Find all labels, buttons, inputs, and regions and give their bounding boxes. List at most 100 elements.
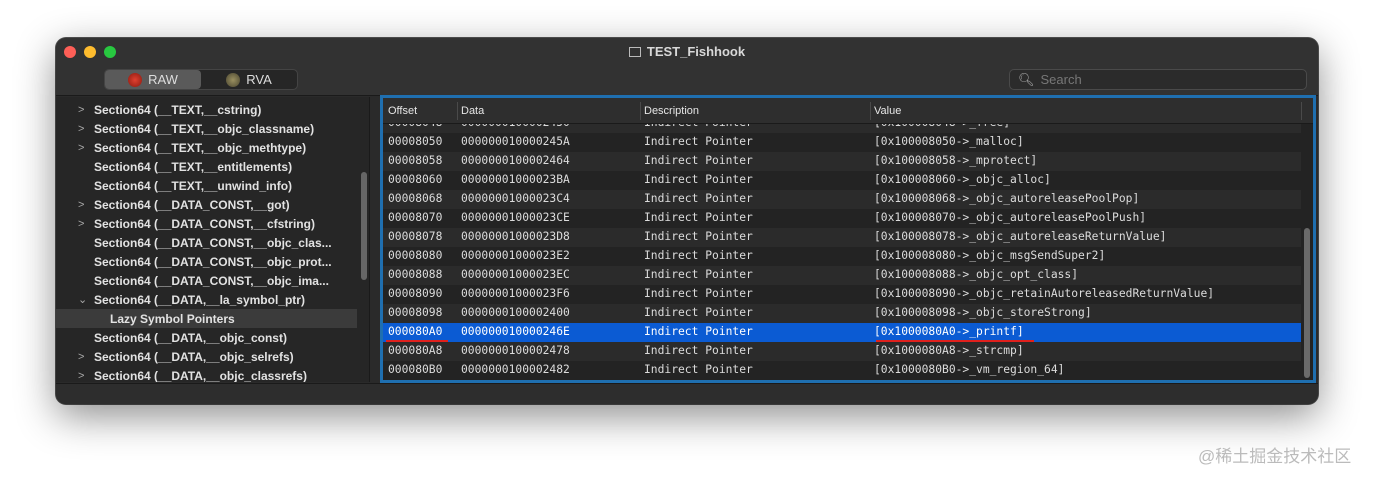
table-row[interactable]: 00008058 0000000100002464 Indirect Pointer… — [383, 152, 1301, 171]
table-row[interactable]: 00008048 0000000100002450 Indirect Pointer… — [383, 124, 1301, 133]
cell-offset: 000080B0 — [388, 363, 443, 376]
chevron-icon[interactable]: ⌄ — [78, 293, 87, 306]
cell-offset: 00008068 — [388, 192, 443, 205]
sidebar-scrollbar[interactable] — [361, 172, 367, 280]
chevron-icon[interactable]: > — [78, 142, 84, 154]
cell-value: [0x100008088->_objc_opt_class] — [874, 268, 1079, 281]
column-value[interactable]: Value — [874, 105, 901, 117]
cell-data: 000000010000246E — [461, 325, 570, 338]
chevron-icon[interactable]: > — [78, 370, 84, 382]
table-row[interactable]: 000080A0 000000010000246E Indirect Pointer… — [383, 323, 1301, 342]
sidebar-item[interactable]: > Section64 (__TEXT,__objc_methtype) — [56, 138, 369, 157]
cell-data: 00000001000023E2 — [461, 249, 570, 262]
sidebar-item[interactable]: > Section64 (__TEXT,__cstring) — [56, 100, 369, 119]
cell-data: 00000001000023C4 — [461, 192, 570, 205]
chevron-icon[interactable]: > — [78, 123, 84, 135]
cell-data: 0000000100002450 — [461, 124, 570, 129]
column-data[interactable]: Data — [461, 105, 484, 117]
section-tree: > Section64 (__TEXT,__cstring) > Section64 … — [56, 97, 370, 382]
document-icon — [628, 47, 641, 57]
table-row[interactable]: 00008060 00000001000023BA Indirect Pointer… — [383, 171, 1301, 190]
table-row[interactable]: 00008050 000000010000245A Indirect Pointer… — [383, 133, 1301, 152]
cell-description: Indirect Pointer — [644, 287, 753, 300]
cell-data: 00000001000023D8 — [461, 230, 570, 243]
sidebar-item[interactable]: > Section64 (__DATA_CONST,__cfstring) — [56, 214, 369, 233]
sidebar-item-label: Section64 (__DATA,__objc_classrefs) — [94, 368, 307, 383]
cell-description: Indirect Pointer — [644, 192, 753, 205]
table-row[interactable]: 00008080 00000001000023E2 Indirect Pointer… — [383, 247, 1301, 266]
cell-description: Indirect Pointer — [644, 325, 753, 338]
cell-data: 00000001000023CE — [461, 211, 570, 224]
sidebar-item-label: Section64 (__DATA_CONST,__cfstring) — [94, 216, 315, 231]
cell-value: [0x100008068->_objc_autoreleasePoolPop] — [874, 192, 1140, 205]
pointer-table: Offset Data Description Value 0000804800… — [380, 95, 1316, 383]
table-row[interactable]: 00008090 00000001000023F6 Indirect Pointer… — [383, 285, 1301, 304]
table-row[interactable]: 000080B0 0000000100002482 Indirect Pointer… — [383, 361, 1301, 380]
sidebar-item-label: Section64 (__DATA_CONST,__got) — [94, 197, 290, 212]
title-bar: TEST_Fishhook RAW RVA 🔍︎ Search — [56, 38, 1318, 96]
sidebar-item-label: Lazy Symbol Pointers — [110, 311, 235, 326]
search-icon: 🔍︎ — [1018, 71, 1035, 87]
sidebar-item[interactable]: Lazy Symbol Pointers — [56, 309, 357, 328]
cell-offset: 000080A8 — [388, 344, 443, 357]
cell-value: [0x1000080B0->_vm_region_64] — [874, 363, 1065, 376]
sidebar-item[interactable]: Section64 (__DATA,__objc_const) — [56, 328, 369, 347]
raw-mode-button[interactable]: RAW — [105, 70, 201, 89]
sidebar-item[interactable]: Section64 (__DATA_CONST,__objc_ima... — [56, 271, 369, 290]
watermark: @稀土掘金技术社区 — [1198, 447, 1352, 466]
table-row[interactable]: 000080A8 0000000100002478 Indirect Pointer… — [383, 342, 1301, 361]
table-row[interactable]: 00008078 00000001000023D8 Indirect Pointer… — [383, 228, 1301, 247]
chevron-icon[interactable]: > — [78, 218, 84, 230]
table-row[interactable]: 00008098 0000000100002400 Indirect Pointer… — [383, 304, 1301, 323]
column-description[interactable]: Description — [644, 105, 699, 117]
cell-description: Indirect Pointer — [644, 135, 753, 148]
chevron-icon[interactable]: > — [78, 104, 84, 116]
app-window: TEST_Fishhook RAW RVA 🔍︎ Search > Section6… — [56, 38, 1318, 404]
table-scrollbar[interactable] — [1304, 228, 1310, 378]
cell-value: [0x100008070->_objc_autoreleasePoolPush] — [874, 211, 1147, 224]
chevron-icon[interactable]: > — [78, 199, 84, 211]
sidebar-item[interactable]: > Section64 (__DATA,__objc_classrefs) — [56, 366, 369, 383]
cell-data: 0000000100002464 — [461, 154, 570, 167]
cell-offset: 00008070 — [388, 211, 443, 224]
sidebar-item[interactable]: > Section64 (__DATA_CONST,__got) — [56, 195, 369, 214]
cell-description: Indirect Pointer — [644, 124, 753, 129]
sidebar-item[interactable]: Section64 (__TEXT,__unwind_info) — [56, 176, 369, 195]
chevron-icon[interactable]: > — [78, 351, 84, 363]
cell-data: 00000001000023F6 — [461, 287, 570, 300]
cell-description: Indirect Pointer — [644, 211, 753, 224]
cell-description: Indirect Pointer — [644, 173, 753, 186]
cell-value: [0x100008058->_mprotect] — [874, 154, 1038, 167]
cell-offset: 00008090 — [388, 287, 443, 300]
cell-value: [0x100008048->_free] — [874, 124, 1010, 129]
cell-offset: 00008078 — [388, 230, 443, 243]
cell-data: 0000000100002482 — [461, 363, 570, 376]
sidebar-item[interactable]: Section64 (__DATA_CONST,__objc_prot... — [56, 252, 369, 271]
sidebar-item[interactable]: > Section64 (__DATA,__objc_selrefs) — [56, 347, 369, 366]
table-row[interactable]: 00008088 00000001000023EC Indirect Pointer… — [383, 266, 1301, 285]
cell-offset: 00008050 — [388, 135, 443, 148]
cell-description: Indirect Pointer — [644, 154, 753, 167]
sidebar-item-label: Section64 (__DATA,__objc_const) — [94, 330, 287, 345]
sidebar-item[interactable]: ⌄ Section64 (__DATA,__la_symbol_ptr) — [56, 290, 369, 309]
sidebar-item-label: Section64 (__DATA_CONST,__objc_prot... — [94, 254, 332, 269]
cell-value: [0x100008050->_malloc] — [874, 135, 1024, 148]
sidebar-item[interactable]: Section64 (__DATA_CONST,__objc_clas... — [56, 233, 369, 252]
sidebar-item-label: Section64 (__TEXT,__objc_methtype) — [94, 140, 307, 155]
cell-data: 000000010000245A — [461, 135, 570, 148]
cell-offset: 00008088 — [388, 268, 443, 281]
sidebar-item[interactable]: Section64 (__TEXT,__entitlements) — [56, 157, 369, 176]
table-row[interactable]: 00008070 00000001000023CE Indirect Pointer… — [383, 209, 1301, 228]
sidebar-item-label: Section64 (__DATA_CONST,__objc_ima... — [94, 273, 329, 288]
cell-offset: 00008080 — [388, 249, 443, 262]
column-offset[interactable]: Offset — [388, 105, 417, 117]
search-input[interactable]: 🔍︎ Search — [1009, 69, 1307, 90]
cell-offset: 00008058 — [388, 154, 443, 167]
cell-offset: 000080A0 — [388, 325, 443, 338]
table-row[interactable]: 00008068 00000001000023C4 Indirect Pointer… — [383, 190, 1301, 209]
rva-mode-button[interactable]: RVA — [201, 70, 297, 89]
cell-value: [0x100008078->_objc_autoreleaseReturnVal… — [874, 230, 1167, 243]
cell-offset: 00008098 — [388, 306, 443, 319]
rva-label: RVA — [246, 72, 272, 87]
sidebar-item[interactable]: > Section64 (__TEXT,__objc_classname) — [56, 119, 369, 138]
